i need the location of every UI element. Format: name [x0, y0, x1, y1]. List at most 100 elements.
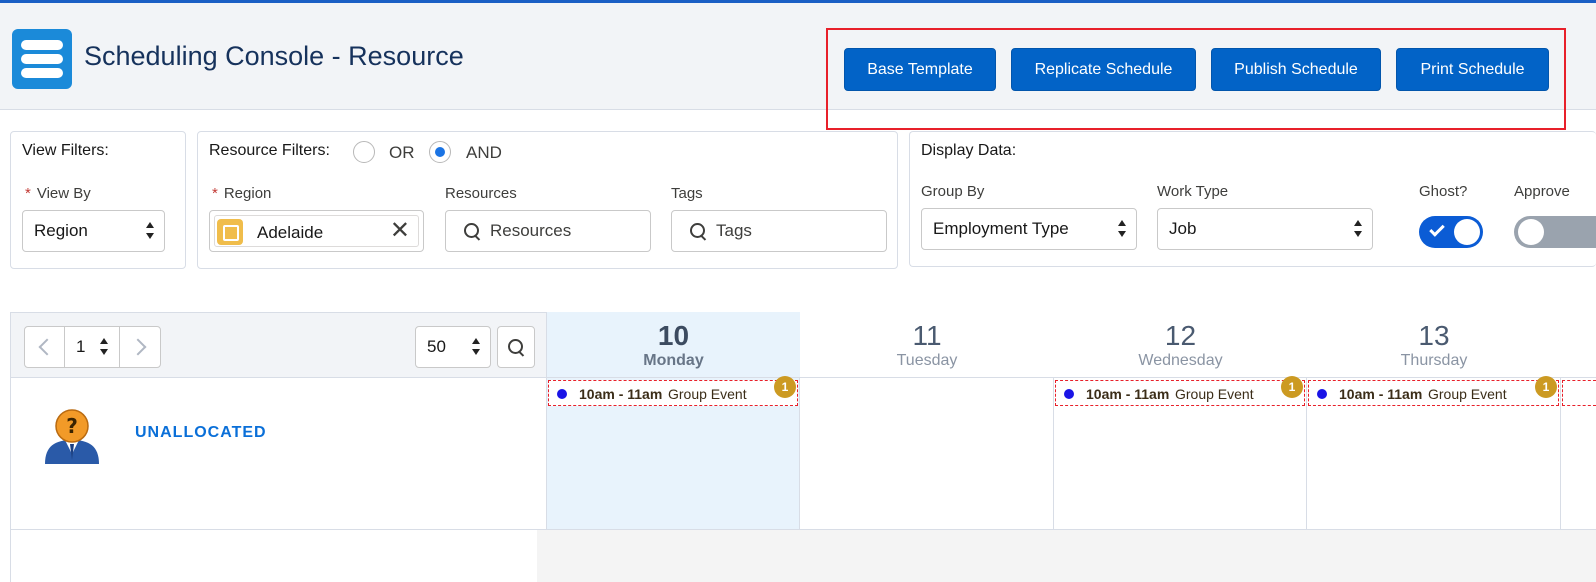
view-by-select[interactable]: Region: [22, 210, 165, 252]
event-count-badge: 1: [1535, 376, 1557, 398]
chevron-left-icon: [38, 338, 56, 356]
event-time: 10am - 11am: [1339, 386, 1423, 402]
or-label: OR: [389, 143, 415, 162]
base-template-button[interactable]: Base Template: [844, 48, 996, 91]
region-value: Adelaide: [257, 223, 324, 242]
search-icon: [507, 338, 527, 358]
day-cell-tuesday[interactable]: [800, 378, 1054, 530]
event-name: Group Event: [1428, 386, 1507, 402]
search-icon: [463, 222, 483, 242]
day-name: Wednesday: [1138, 352, 1223, 369]
replicate-schedule-button[interactable]: Replicate Schedule: [1011, 48, 1196, 91]
event-card-partial[interactable]: [1562, 380, 1596, 406]
select-arrows-icon: [1117, 218, 1127, 240]
region-pill: Adelaide ✕: [214, 215, 419, 247]
region-field: Adelaide ✕: [209, 210, 424, 252]
work-type-label: Work Type: [1157, 183, 1229, 200]
tags-placeholder: Tags: [716, 221, 752, 240]
event-status-dot: [557, 389, 567, 399]
and-radio[interactable]: [429, 141, 451, 163]
select-arrows-icon: [145, 220, 155, 242]
svg-text:?: ?: [66, 414, 78, 438]
tags-label: Tags: [671, 185, 703, 202]
print-schedule-button[interactable]: Print Schedule: [1396, 48, 1549, 91]
stepper-arrows-icon: [99, 336, 109, 358]
view-by-label: * View By: [25, 185, 91, 202]
day-name: Thursday: [1400, 352, 1468, 369]
day-header-wednesday: 12 Wednesday: [1054, 312, 1307, 378]
or-radio[interactable]: [353, 141, 375, 163]
unallocated-avatar-icon: ?: [45, 409, 99, 464]
group-by-select[interactable]: Employment Type: [921, 208, 1137, 250]
region-icon: [217, 219, 243, 245]
prev-page-button[interactable]: [24, 326, 65, 368]
publish-schedule-button[interactable]: Publish Schedule: [1211, 48, 1381, 91]
resource-row-label[interactable]: UNALLOCATED: [135, 424, 267, 442]
next-page-button[interactable]: [119, 326, 161, 368]
search-button[interactable]: [497, 326, 535, 368]
resources-placeholder: Resources: [490, 221, 572, 240]
page-size-value: 50: [427, 337, 446, 356]
ghost-label: Ghost?: [1419, 183, 1468, 200]
page-number-value: 1: [76, 337, 86, 356]
event-name: Group Event: [668, 386, 747, 402]
event-time: 10am - 11am: [1086, 386, 1170, 402]
resource-row-unallocated: ? UNALLOCATED: [10, 378, 547, 530]
pager-bar: 1 50: [10, 312, 547, 378]
work-type-value: Job: [1169, 219, 1197, 238]
resource-filters-title: Resource Filters:: [209, 142, 330, 159]
app-logo-icon: [12, 29, 72, 89]
chevron-right-icon: [129, 338, 147, 356]
resource-filters-card: Resource Filters: OR AND * Region Adelaid…: [197, 131, 898, 269]
group-by-value: Employment Type: [933, 219, 1069, 238]
day-header-monday: 10 Monday: [547, 312, 800, 378]
checkmark-icon: [1429, 221, 1445, 237]
approve-toggle[interactable]: [1514, 216, 1596, 248]
view-filters-title: View Filters:: [22, 142, 109, 159]
display-data-title: Display Data:: [921, 142, 1017, 159]
day-number: 13: [1418, 320, 1450, 351]
day-number: 11: [912, 320, 942, 351]
view-filters-card: View Filters: * View By Region: [10, 131, 186, 269]
grid-footer-right: [537, 530, 1596, 582]
page-number-input[interactable]: 1: [64, 326, 120, 368]
search-icon: [689, 222, 709, 242]
tags-search-input[interactable]: Tags: [671, 210, 887, 252]
resources-label: Resources: [445, 185, 517, 202]
day-cell-monday[interactable]: 10am - 11am Group Event 1: [547, 376, 800, 530]
event-status-dot: [1064, 389, 1074, 399]
ghost-toggle[interactable]: [1419, 216, 1483, 248]
event-card[interactable]: 10am - 11am Group Event 1: [1308, 376, 1559, 406]
select-arrows-icon: [471, 336, 481, 358]
region-label: * Region: [212, 185, 272, 202]
group-by-label: Group By: [921, 183, 985, 200]
day-cell-next[interactable]: [1561, 378, 1596, 530]
event-time: 10am - 11am: [579, 386, 663, 402]
grid-footer-left: [10, 530, 547, 582]
event-card[interactable]: 10am - 11am Group Event 1: [1055, 376, 1305, 406]
day-cell-wednesday[interactable]: 10am - 11am Group Event 1: [1054, 376, 1307, 530]
day-cell-thursday[interactable]: 10am - 11am Group Event 1: [1307, 376, 1561, 530]
resources-search-input[interactable]: Resources: [445, 210, 651, 252]
and-label: AND: [466, 143, 502, 162]
work-type-select[interactable]: Job: [1157, 208, 1373, 250]
approve-label: Approve: [1514, 183, 1570, 200]
event-count-badge: 1: [1281, 376, 1303, 398]
day-number: 10: [657, 320, 690, 351]
display-data-card: Display Data: Group By Employment Type W…: [909, 131, 1596, 267]
schedule-grid: 1 50 10 Monday 11 Tuesday 12 Wednesday 1…: [10, 312, 1596, 582]
day-header-next: [1561, 312, 1596, 378]
page-size-select[interactable]: 50: [415, 326, 491, 368]
remove-region-close-icon[interactable]: ✕: [390, 219, 410, 243]
day-header-tuesday: 11 Tuesday: [800, 312, 1054, 378]
event-name: Group Event: [1175, 386, 1254, 402]
day-header-thursday: 13 Thursday: [1307, 312, 1561, 378]
event-count-badge: 1: [774, 376, 796, 398]
event-status-dot: [1317, 389, 1327, 399]
page-title: Scheduling Console - Resource: [84, 41, 464, 71]
event-card[interactable]: 10am - 11am Group Event 1: [548, 376, 798, 406]
day-number: 12: [1164, 320, 1197, 351]
day-name: Tuesday: [896, 352, 958, 369]
select-arrows-icon: [1353, 218, 1363, 240]
view-by-value: Region: [34, 221, 88, 240]
